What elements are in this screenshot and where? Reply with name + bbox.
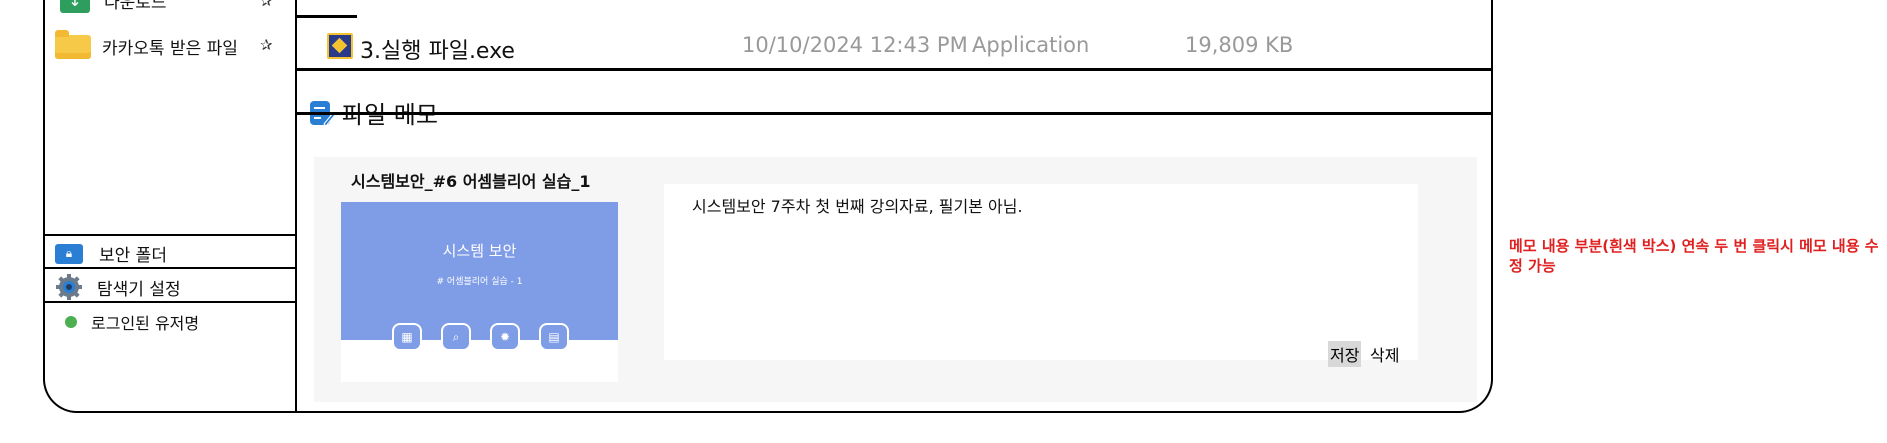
slide-subtitle: # 어셈블리어 실습 - 1 bbox=[436, 277, 523, 287]
slide-title: 시스템 보안 bbox=[442, 242, 517, 260]
sidebar-item-explorer-settings[interactable]: 탐색기 설정 bbox=[55, 273, 181, 301]
gear-icon: ✹ bbox=[490, 323, 520, 351]
slide-preview: 시스템 보안 # 어셈블리어 실습 - 1 bbox=[341, 202, 618, 340]
application-icon bbox=[327, 33, 353, 59]
gear-icon bbox=[56, 274, 82, 300]
divider bbox=[45, 301, 295, 303]
main-content: 3.실행 파일.exe 10/10/2024 12:43 PM Applicat… bbox=[297, 0, 1491, 411]
save-button[interactable]: 저장 bbox=[1328, 341, 1362, 367]
divider bbox=[45, 267, 295, 269]
sidebar-item-label: 카카오톡 받은 파일 bbox=[102, 39, 238, 59]
sidebar-item-user[interactable]: 로그인된 유저명 bbox=[65, 310, 199, 334]
pin-icon[interactable]: ✰ bbox=[260, 36, 273, 54]
sidebar-item-downloads[interactable]: ↓ 다운로드 bbox=[60, 0, 167, 13]
sidebar-item-kakaotalk[interactable]: 카카오톡 받은 파일 bbox=[55, 29, 238, 59]
memo-content-box[interactable]: 시스템보안 7주차 첫 번째 강의자료, 필기본 아님. 저장 삭제 bbox=[664, 184, 1418, 367]
username-label: 로그인된 유저명 bbox=[91, 314, 200, 333]
divider bbox=[297, 112, 1491, 115]
sidebar-item-label: 다운로드 bbox=[104, 0, 167, 13]
memo-text[interactable]: 시스템보안 7주차 첫 번째 강의자료, 필기본 아님. bbox=[692, 193, 1023, 217]
explorer-window: ↓ 다운로드 ✰ 카카오톡 받은 파일 ✰ 🔒︎ 보안 폴더 탐색기 설정 로그… bbox=[43, 0, 1493, 413]
building-icon: ▦ bbox=[392, 323, 422, 351]
delete-button[interactable]: 삭제 bbox=[1368, 341, 1401, 367]
sidebar-item-label: 보안 폴더 bbox=[99, 246, 167, 266]
memo-panel: 시스템보안_#6 어셈블리어 실습_1 시스템 보안 # 어셈블리어 실습 - … bbox=[314, 157, 1477, 402]
file-row[interactable]: 3.실행 파일.exe 10/10/2024 12:43 PM Applicat… bbox=[297, 17, 1491, 72]
sidebar-item-label: 탐색기 설정 bbox=[97, 279, 181, 300]
sidebar-item-secure-folder[interactable]: 🔒︎ 보안 폴더 bbox=[55, 241, 167, 266]
file-type: Application bbox=[972, 33, 1090, 57]
divider bbox=[297, 68, 1491, 71]
file-name: 3.실행 파일.exe bbox=[360, 39, 515, 64]
folder-icon bbox=[55, 29, 91, 59]
file-thumbnail[interactable]: 시스템 보안 # 어셈블리어 실습 - 1 ▦ ⌕ ✹ ▤ bbox=[341, 202, 618, 382]
pin-icon[interactable]: ✰ bbox=[260, 0, 273, 10]
divider bbox=[45, 234, 295, 236]
file-date: 10/10/2024 12:43 PM bbox=[742, 33, 968, 57]
search-icon: ⌕ bbox=[441, 323, 471, 351]
online-status-dot bbox=[65, 316, 77, 328]
lock-folder-icon: 🔒︎ bbox=[55, 243, 83, 264]
download-icon: ↓ bbox=[60, 0, 90, 13]
thumbnail-title: 시스템보안_#6 어셈블리어 실습_1 bbox=[351, 172, 591, 191]
file-size: 19,809 KB bbox=[1185, 33, 1294, 57]
sidebar: ↓ 다운로드 ✰ 카카오톡 받은 파일 ✰ 🔒︎ 보안 폴더 탐색기 설정 로그… bbox=[45, 0, 297, 411]
annotation-note: 메모 내용 부분(흰색 박스) 연속 두 번 클릭시 메모 내용 수정 가능 bbox=[1509, 237, 1879, 275]
document-icon: ▤ bbox=[539, 323, 569, 351]
